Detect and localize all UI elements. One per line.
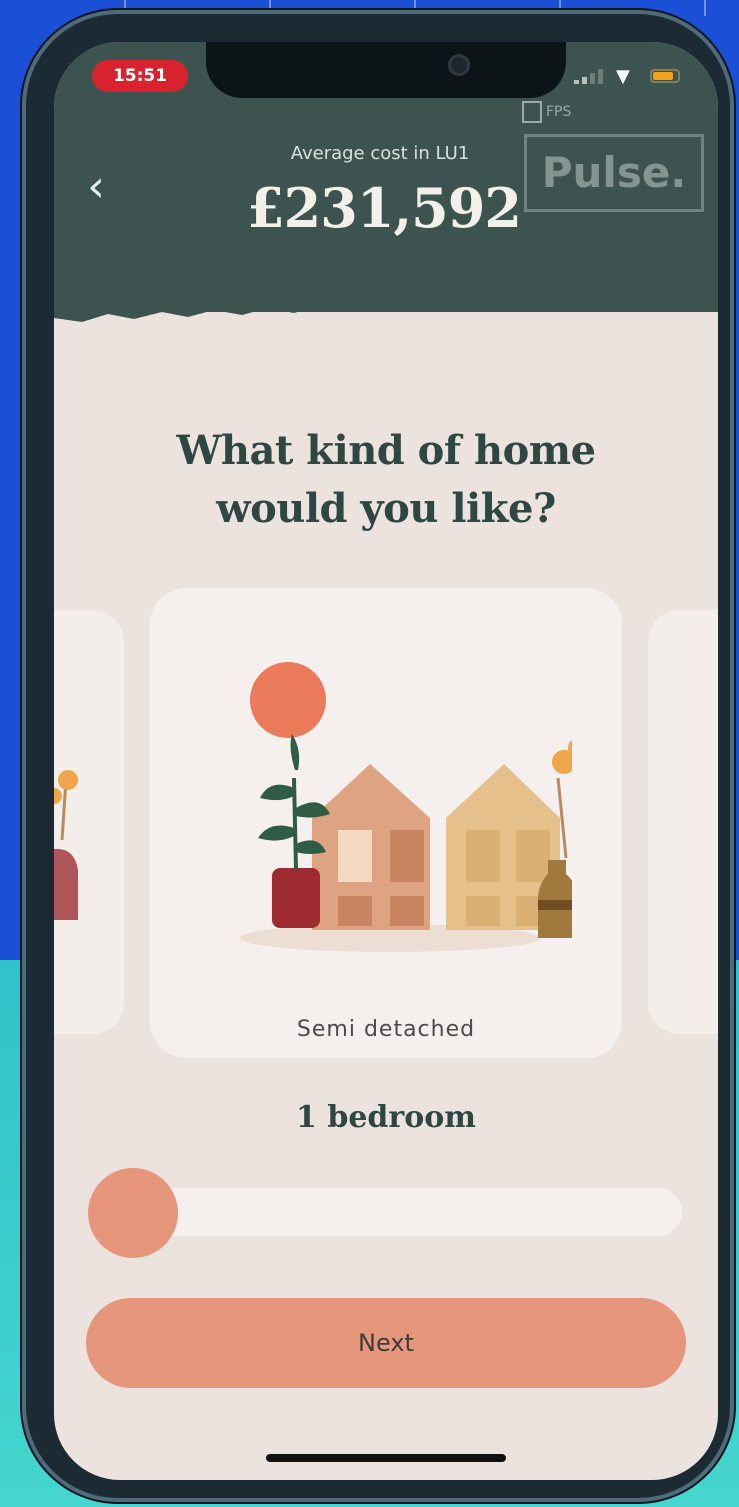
average-cost-label: Average cost in LU1 <box>290 143 470 164</box>
fps-indicator: FPS <box>522 98 582 126</box>
status-icons: ▼ <box>574 66 694 87</box>
home-indicator[interactable] <box>266 1454 506 1462</box>
phone-screen: 15:51 ▼ ‹ Average cost in LU1 £231,592 F… <box>54 42 718 1480</box>
bedroom-slider-thumb[interactable] <box>88 1168 178 1258</box>
semi-detached-illustration <box>240 662 572 952</box>
pulse-watermark: Pulse. <box>524 134 704 212</box>
wifi-icon: ▼ <box>616 66 630 87</box>
chevron-left-icon: ‹ <box>87 161 105 212</box>
front-camera <box>448 54 470 76</box>
torn-paper-edge <box>54 274 718 322</box>
bedroom-slider-track[interactable] <box>116 1188 682 1236</box>
fps-text: FPS <box>546 104 572 120</box>
next-button[interactable]: Next <box>86 1298 686 1388</box>
home-type-card-next[interactable] <box>648 610 718 1034</box>
signal-icon <box>574 69 603 84</box>
bedrooms-label: 1 bedroom <box>296 1100 476 1135</box>
home-type-card-previous[interactable] <box>54 610 124 1034</box>
notch <box>206 42 566 98</box>
vase-illustration <box>54 770 78 920</box>
back-button[interactable]: ‹ <box>76 160 116 214</box>
status-time: 15:51 <box>92 60 188 92</box>
battery-icon <box>650 69 680 83</box>
page-title-line-1: What kind of home <box>176 427 596 474</box>
home-type-label: Semi detached <box>296 1017 476 1042</box>
page-title: What kind of home would you like? <box>134 422 638 542</box>
average-cost-price: £231,592 <box>247 176 522 240</box>
home-type-card-selected[interactable]: Semi detached <box>150 588 622 1058</box>
page-title-line-2: would you like? <box>216 485 556 532</box>
